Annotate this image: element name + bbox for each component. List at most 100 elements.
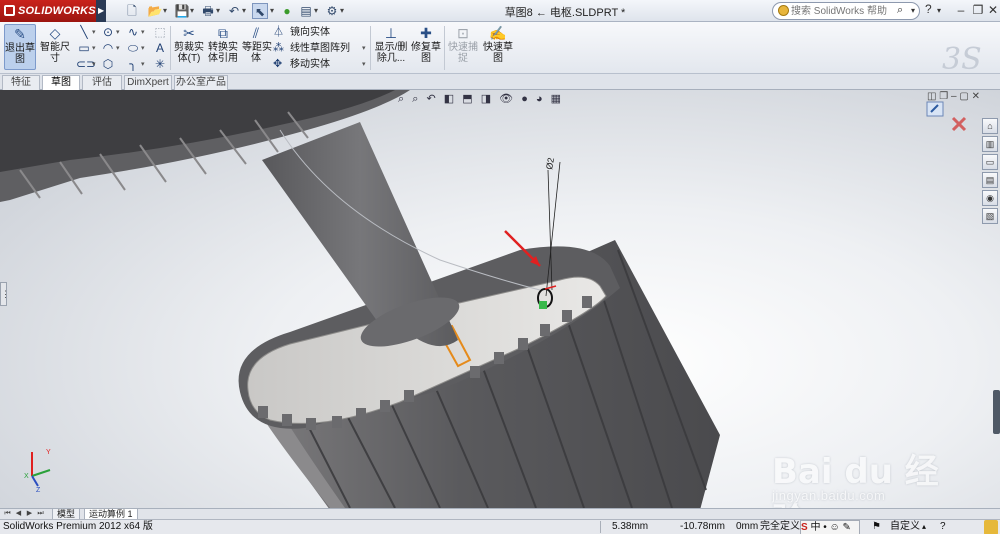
save-icon[interactable]: 💾 (174, 3, 190, 19)
last-tab-icon[interactable]: ⏭ (35, 509, 46, 519)
fillet-icon[interactable]: ╮ (125, 57, 141, 71)
slot-icon[interactable]: ⊂⊃ (76, 57, 96, 71)
save-dropdown-icon[interactable]: ▾ (190, 3, 194, 19)
previous-view-icon[interactable]: ↶ (426, 93, 435, 105)
watermark-url: jingyan.baidu.com (772, 488, 886, 503)
input-method-bar[interactable]: S 中 • ☺ ✎ ▦ ✦ (800, 520, 860, 534)
mirror-entities-button[interactable]: ⏃ 镜向实体 (273, 24, 330, 40)
appearances-icon[interactable]: ◉ (982, 190, 998, 206)
linear-pattern-button[interactable]: ⁂ 线性草图阵列 (273, 40, 350, 56)
quick-snaps-button[interactable]: ⊡ 快速捕 捉 (448, 24, 478, 70)
rebuild-status-icon[interactable]: ⚑ (872, 520, 881, 534)
polygon-icon[interactable]: ⬡ (100, 57, 116, 71)
spline-dropdown-icon[interactable]: ▾ (141, 28, 145, 36)
diameter-dimension-text[interactable]: Ø2 (544, 157, 556, 171)
line-icon[interactable]: ╲ (76, 25, 92, 39)
tab-sketch[interactable]: 草图 (42, 75, 80, 91)
help-search-input[interactable] (791, 4, 895, 18)
help-question-icon[interactable]: ? (925, 2, 932, 16)
feature-manager-toggle[interactable]: ⋮ (0, 282, 10, 306)
circle-dropdown-icon[interactable]: ▾ (116, 28, 120, 36)
print-dropdown-icon[interactable]: ▾ (216, 3, 220, 19)
options-icon[interactable]: ⚙ (324, 3, 340, 19)
tab-evaluate[interactable]: 评估 (82, 75, 122, 90)
ellipse-icon[interactable]: ⬭ (125, 41, 141, 55)
tray-corner-icon (984, 520, 998, 534)
task-pane-handle[interactable] (993, 390, 1000, 434)
options-dropdown-icon[interactable]: ▾ (340, 3, 344, 19)
select-arrow-icon[interactable]: ⬉ (252, 3, 268, 19)
rectangle-icon[interactable]: ▭ (76, 41, 92, 55)
custom-properties-icon[interactable]: ▧ (982, 208, 998, 224)
units-dropdown-icon[interactable]: ▴ (922, 520, 926, 534)
circle-icon[interactable]: ⊙ (100, 25, 116, 39)
fillet-dropdown-icon[interactable]: ▾ (141, 60, 145, 68)
exit-sketch-label: 退出草 图 (5, 43, 35, 65)
help-dropdown-icon[interactable]: ▾ (937, 6, 941, 15)
open-folder-icon[interactable]: 📂 (147, 3, 163, 19)
line-dropdown-icon[interactable]: ▾ (92, 28, 96, 36)
units-selector[interactable]: 自定义 (890, 520, 920, 534)
print-icon[interactable]: 🖶 (200, 3, 216, 19)
properties-dropdown-icon[interactable]: ▾ (314, 3, 318, 19)
rapid-sketch-button[interactable]: ✍ 快速草 图 (482, 24, 514, 70)
help-status-icon[interactable]: ? (940, 520, 946, 534)
apply-scene-icon[interactable]: ◕ (536, 93, 543, 105)
view-orientation-icon[interactable]: ⬒ (462, 93, 472, 105)
undo-icon[interactable]: ↶ (226, 3, 242, 19)
move-icon: ✥ (273, 58, 283, 70)
section-view-icon[interactable]: ◧ (444, 93, 454, 105)
move-dropdown-icon[interactable]: ▾ (362, 60, 366, 68)
tab-features[interactable]: 特征 (2, 75, 40, 90)
display-style-icon[interactable]: ◨ (481, 93, 491, 105)
tab-office-products[interactable]: 办公室产品 (174, 75, 228, 90)
rectangle-dropdown-icon[interactable]: ▾ (92, 44, 96, 52)
ellipse-dropdown-icon[interactable]: ▾ (141, 44, 145, 52)
smart-dimension-button[interactable]: ◇ 智能尺 寸 (38, 24, 72, 70)
slot-dropdown-icon[interactable]: ▾ (92, 60, 96, 68)
design-library-icon[interactable]: ▥ (982, 136, 998, 152)
repair-sketch-button[interactable]: ✚ 修复草 图 (410, 24, 442, 70)
arc-dropdown-icon[interactable]: ▾ (116, 44, 120, 52)
tab-dimxpert[interactable]: DimXpert (124, 75, 172, 90)
home-icon[interactable]: ⌂ (982, 118, 998, 134)
file-properties-icon[interactable]: ▤ (298, 3, 314, 19)
prev-tab-icon[interactable]: ◀ (13, 509, 24, 519)
origin-point-marker[interactable] (539, 301, 547, 309)
select-dropdown-icon[interactable]: ▾ (270, 3, 274, 19)
spline-icon[interactable]: ∿ (125, 25, 141, 39)
cancel-sketch-icon[interactable] (951, 116, 967, 132)
move-entities-label: 移动实体 (290, 59, 330, 70)
help-search-box[interactable]: ⌕ (772, 2, 920, 20)
arc-icon[interactable]: ◠ (100, 41, 116, 55)
rebuild-icon[interactable]: ● (280, 3, 294, 19)
convert-entities-button[interactable]: ⧉ 转换实 体引用 (206, 24, 240, 70)
search-dropdown-icon[interactable]: ▾ (911, 6, 915, 15)
zoom-to-area-icon[interactable]: ⌕ (412, 93, 418, 105)
first-tab-icon[interactable]: ⏮ (2, 509, 13, 519)
search-icon[interactable]: ⌕ (897, 4, 903, 17)
exit-sketch-button[interactable]: ✎ 退出草 图 (4, 24, 36, 70)
trim-entities-button[interactable]: ✂ 剪裁实 体(T) (174, 24, 204, 70)
undo-dropdown-icon[interactable]: ▾ (242, 3, 246, 19)
menu-flyout-arrow-icon[interactable]: ▶ (96, 0, 106, 22)
close-icon[interactable]: ✕ (982, 0, 1000, 20)
new-document-icon[interactable]: 🗋 (124, 3, 140, 19)
solidworks-logo[interactable]: SOLIDWORKS (0, 0, 96, 22)
open-dropdown-icon[interactable]: ▾ (163, 3, 167, 19)
offset-entities-button[interactable]: ⫽ 等距实 体 (242, 24, 272, 70)
file-explorer-icon[interactable]: ▭ (982, 154, 998, 170)
next-tab-icon[interactable]: ▶ (24, 509, 35, 519)
point-icon[interactable]: ✳ (152, 57, 168, 71)
zoom-to-fit-icon[interactable]: ⌕ (398, 93, 404, 105)
move-entities-button[interactable]: ✥ 移动实体 (273, 56, 330, 72)
view-palette-icon[interactable]: ▤ (982, 172, 998, 188)
view-settings-icon[interactable]: ▦ (551, 93, 561, 105)
exit-sketch-confirm-icon[interactable] (926, 101, 944, 117)
text-icon[interactable]: A (152, 41, 168, 55)
edit-appearance-icon[interactable]: ● (521, 93, 528, 105)
graphics-area[interactable]: Ø2 ⌕ ⌕ ↶ ◧ ⬒ ◨ 👁 ● ◕ ▦ ◫ ❐ – ▢ ✕ ⌂ ▥ ▭ ▤… (0, 90, 1000, 508)
hide-show-items-icon[interactable]: 👁 (499, 93, 513, 105)
display-delete-relations-button[interactable]: ⊥ 显示/删 除几... (374, 24, 408, 70)
pattern-dropdown-icon[interactable]: ▾ (362, 44, 366, 52)
